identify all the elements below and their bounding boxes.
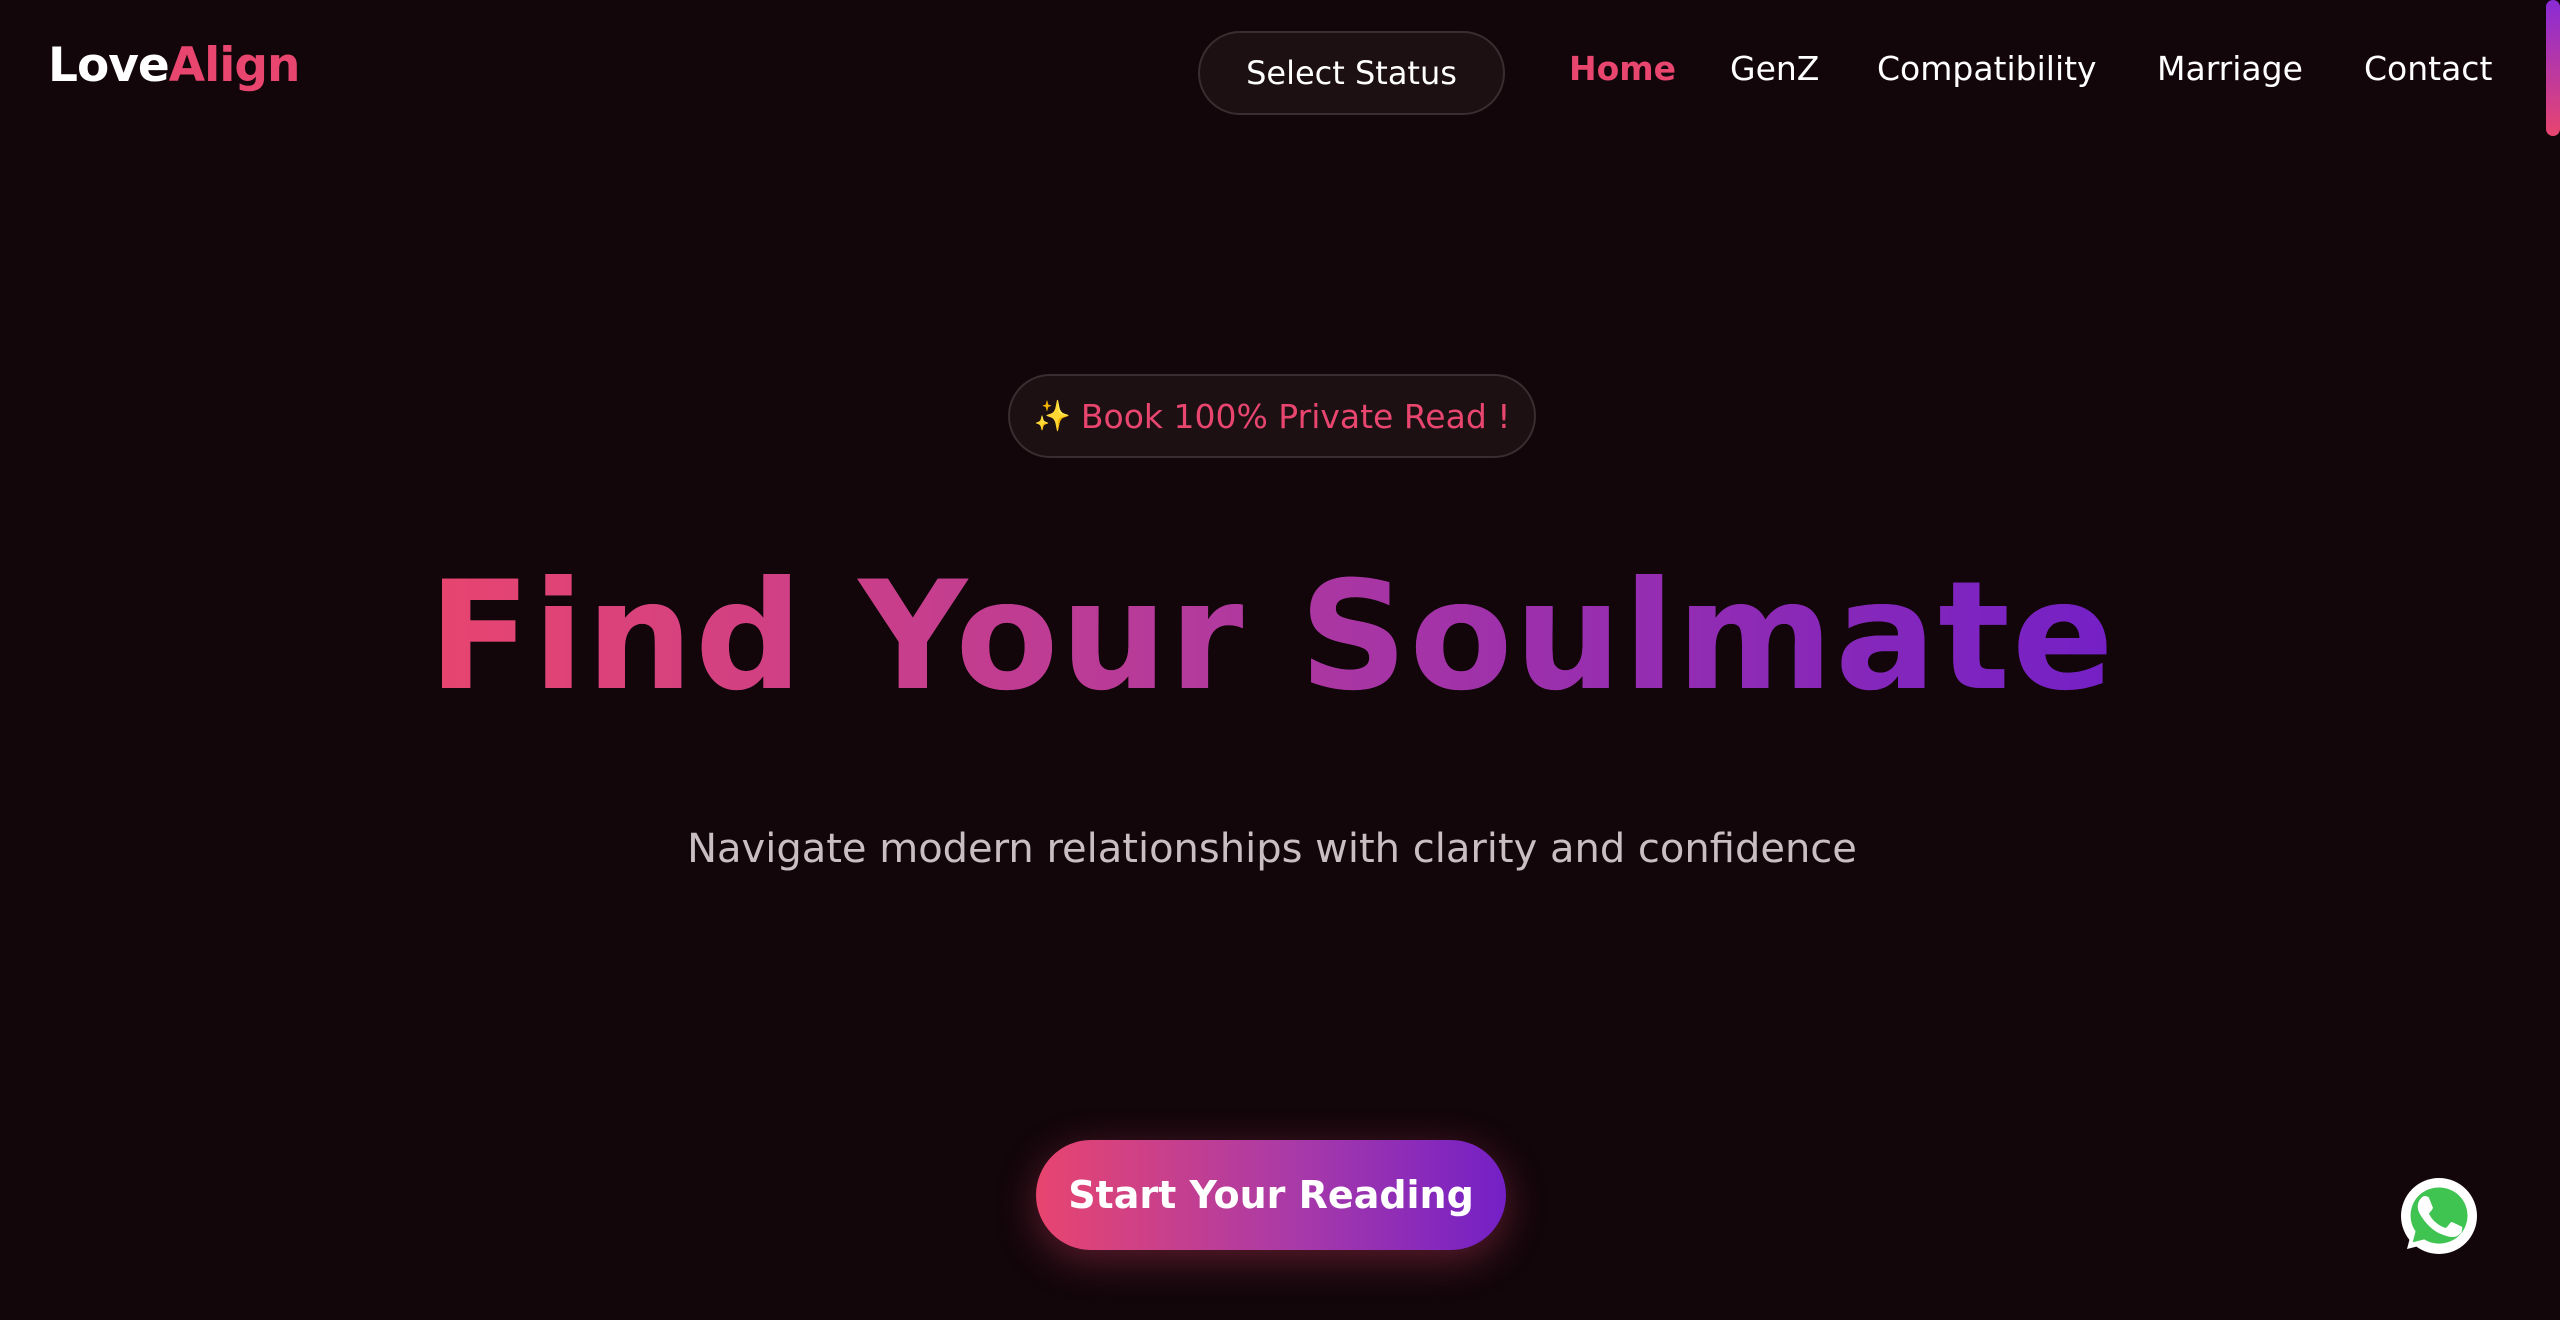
badge-text: Book 100% Private Read !	[1080, 396, 1511, 436]
sparkles-icon: ✨	[1033, 398, 1071, 434]
scrollbar-thumb[interactable]	[2546, 0, 2560, 136]
nav-link-compatibility[interactable]: Compatibility	[1877, 52, 2097, 85]
hero-title-text: Find Your Soulmate	[428, 550, 2116, 724]
hero-title: Find Your Soulmate	[0, 555, 2544, 720]
hero-subtitle: Navigate modern relationships with clari…	[687, 826, 1857, 872]
select-status-dropdown[interactable]: Select Status	[1198, 31, 1505, 115]
nav-link-marriage[interactable]: Marriage	[2157, 52, 2303, 85]
brand-logo-part-align: Align	[168, 38, 301, 93]
nav-link-contact[interactable]: Contact	[2364, 52, 2492, 85]
nav-link-home[interactable]: Home	[1569, 52, 1676, 85]
private-read-badge[interactable]: ✨ Book 100% Private Read !	[1008, 374, 1536, 458]
whatsapp-icon[interactable]	[2398, 1175, 2480, 1257]
nav-link-genz[interactable]: GenZ	[1730, 52, 1819, 85]
start-reading-button[interactable]: Start Your Reading	[1036, 1140, 1506, 1250]
brand-logo[interactable]: LoveAlign	[48, 42, 300, 89]
landing-page: LoveAlign Select Status Home GenZ Compat…	[0, 0, 2560, 1320]
brand-logo-part-love: Love	[48, 38, 170, 93]
